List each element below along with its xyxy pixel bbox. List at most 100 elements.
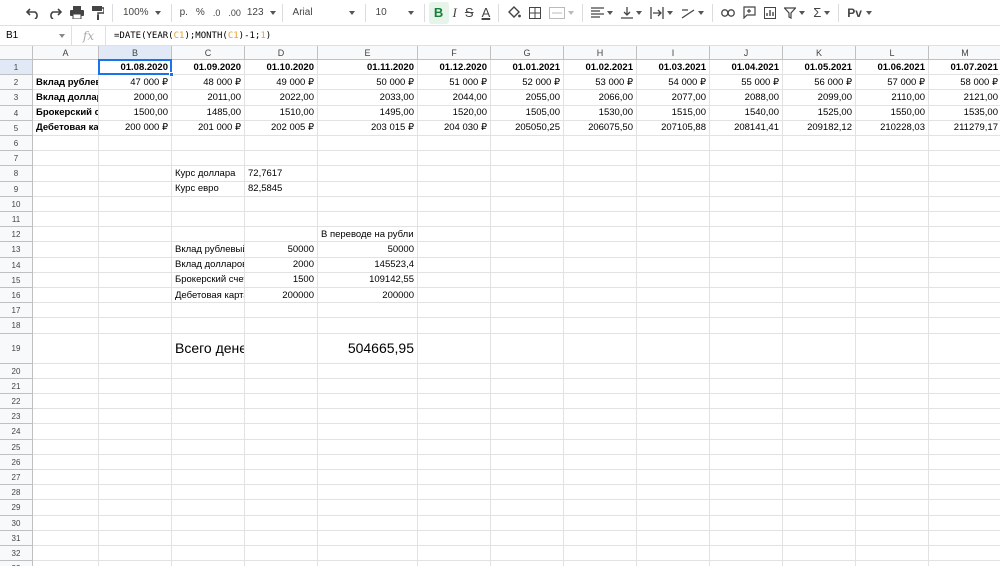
row-header-16[interactable]: 16 bbox=[0, 288, 33, 304]
cell-m22[interactable] bbox=[929, 394, 1000, 410]
cell-k8[interactable] bbox=[783, 166, 856, 182]
cell-j25[interactable] bbox=[710, 439, 783, 455]
cell-g15[interactable] bbox=[491, 272, 564, 288]
cell-a3[interactable]: Вклад долларовый bbox=[33, 90, 99, 106]
cell-k17[interactable] bbox=[783, 303, 856, 319]
row-header-2[interactable]: 2 bbox=[0, 75, 33, 91]
cell-f26[interactable] bbox=[418, 454, 491, 470]
cell-f8[interactable] bbox=[418, 166, 491, 182]
cell-b31[interactable] bbox=[99, 530, 172, 546]
cell-b9[interactable] bbox=[99, 181, 172, 197]
cell-c1[interactable]: 01.09.2020 bbox=[172, 60, 245, 76]
cell-h15[interactable] bbox=[564, 272, 637, 288]
row-header-10[interactable]: 10 bbox=[0, 196, 33, 212]
cell-b5[interactable]: 200 000 ₽ bbox=[99, 120, 172, 136]
cell-g11[interactable] bbox=[491, 212, 564, 228]
cell-g8[interactable] bbox=[491, 166, 564, 182]
cell-m28[interactable] bbox=[929, 485, 1000, 501]
cell-k2[interactable]: 56 000 ₽ bbox=[783, 75, 856, 91]
cell-c33[interactable] bbox=[172, 561, 245, 566]
cell-f9[interactable] bbox=[418, 181, 491, 197]
row-header-24[interactable]: 24 bbox=[0, 424, 33, 440]
cell-c12[interactable] bbox=[172, 227, 245, 243]
cell-m12[interactable] bbox=[929, 227, 1000, 243]
cell-a16[interactable] bbox=[33, 288, 99, 304]
link-icon[interactable] bbox=[717, 2, 739, 24]
cell-g29[interactable] bbox=[491, 500, 564, 516]
cell-c19[interactable]: Всего денег bbox=[172, 333, 245, 364]
cell-h30[interactable] bbox=[564, 515, 637, 531]
cell-c16[interactable]: Дебетовая карта bbox=[172, 288, 245, 304]
cell-j5[interactable]: 208141,41 bbox=[710, 120, 783, 136]
cell-i33[interactable] bbox=[637, 561, 710, 566]
cell-m18[interactable] bbox=[929, 318, 1000, 334]
cell-m20[interactable] bbox=[929, 364, 1000, 379]
cell-d21[interactable] bbox=[245, 378, 318, 394]
cell-b27[interactable] bbox=[99, 470, 172, 486]
cell-d27[interactable] bbox=[245, 470, 318, 486]
cell-a1[interactable] bbox=[33, 60, 99, 76]
cell-e18[interactable] bbox=[318, 318, 418, 334]
cell-l20[interactable] bbox=[856, 363, 929, 379]
cell-h4[interactable]: 1530,00 bbox=[564, 105, 637, 121]
cell-i4[interactable]: 1515,00 bbox=[637, 105, 710, 121]
cell-j11[interactable] bbox=[710, 212, 783, 228]
column-header-k[interactable]: K bbox=[783, 46, 856, 60]
strikethrough-button[interactable]: S bbox=[461, 2, 478, 24]
cell-e21[interactable] bbox=[318, 378, 418, 394]
cell-f2[interactable]: 51 000 ₽ bbox=[418, 75, 491, 91]
cell-m21[interactable] bbox=[929, 379, 1000, 394]
cell-e6[interactable] bbox=[318, 136, 418, 152]
cell-m33[interactable] bbox=[929, 561, 1000, 566]
cell-h8[interactable] bbox=[564, 166, 637, 182]
cell-b20[interactable] bbox=[99, 363, 172, 379]
cell-i31[interactable] bbox=[637, 530, 710, 546]
cell-d33[interactable] bbox=[245, 561, 318, 566]
cell-e32[interactable] bbox=[318, 546, 418, 562]
formula-input[interactable]: =DATE(YEAR(C1);MONTH(C1)-1;1) bbox=[106, 31, 271, 41]
cell-c15[interactable]: Брокерский счет bbox=[172, 272, 245, 288]
cell-e8[interactable] bbox=[318, 166, 418, 182]
cell-f18[interactable] bbox=[418, 318, 491, 334]
cell-b11[interactable] bbox=[99, 212, 172, 228]
cell-c25[interactable] bbox=[172, 439, 245, 455]
cell-j19[interactable] bbox=[710, 333, 783, 364]
cell-b22[interactable] bbox=[99, 394, 172, 410]
cell-e9[interactable] bbox=[318, 181, 418, 197]
cell-g21[interactable] bbox=[491, 378, 564, 394]
cell-d8[interactable]: 72,7617 bbox=[245, 166, 318, 182]
cell-h31[interactable] bbox=[564, 530, 637, 546]
cell-h12[interactable] bbox=[564, 227, 637, 243]
cell-f22[interactable] bbox=[418, 394, 491, 410]
cell-a23[interactable] bbox=[33, 409, 99, 425]
cell-d4[interactable]: 1510,00 bbox=[245, 105, 318, 121]
cell-e16[interactable]: 200000 bbox=[318, 288, 418, 304]
cell-b16[interactable] bbox=[99, 288, 172, 304]
cell-m9[interactable] bbox=[929, 182, 1000, 197]
cell-k7[interactable] bbox=[783, 151, 856, 167]
cell-f6[interactable] bbox=[418, 136, 491, 152]
cell-j12[interactable] bbox=[710, 227, 783, 243]
cell-e19[interactable]: 504665,95 bbox=[318, 333, 418, 364]
cell-l24[interactable] bbox=[856, 424, 929, 440]
cell-b17[interactable] bbox=[99, 303, 172, 319]
cell-l23[interactable] bbox=[856, 409, 929, 425]
cell-k23[interactable] bbox=[783, 409, 856, 425]
cell-f30[interactable] bbox=[418, 515, 491, 531]
cell-k13[interactable] bbox=[783, 242, 856, 258]
cell-c21[interactable] bbox=[172, 378, 245, 394]
cell-e26[interactable] bbox=[318, 454, 418, 470]
cell-c20[interactable] bbox=[172, 363, 245, 379]
cell-d26[interactable] bbox=[245, 454, 318, 470]
cell-b21[interactable] bbox=[99, 378, 172, 394]
cell-g24[interactable] bbox=[491, 424, 564, 440]
cell-e23[interactable] bbox=[318, 409, 418, 425]
cell-j3[interactable]: 2088,00 bbox=[710, 90, 783, 106]
cell-k26[interactable] bbox=[783, 454, 856, 470]
cell-k31[interactable] bbox=[783, 530, 856, 546]
cell-i15[interactable] bbox=[637, 272, 710, 288]
cell-h2[interactable]: 53 000 ₽ bbox=[564, 75, 637, 91]
cell-f11[interactable] bbox=[418, 212, 491, 228]
cell-e13[interactable]: 50000 bbox=[318, 242, 418, 258]
column-header-g[interactable]: G bbox=[491, 46, 564, 60]
